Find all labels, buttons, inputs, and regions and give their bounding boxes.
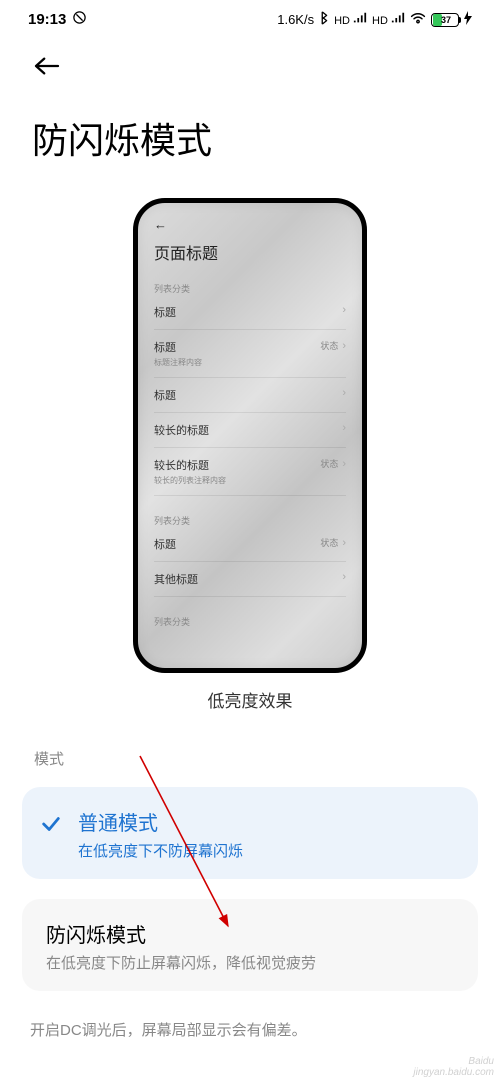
preview-row: 标题 › xyxy=(154,378,346,413)
status-time: 19:13 xyxy=(28,11,66,28)
status-right: 1.6K/s HD HD 37 xyxy=(277,11,472,28)
page-title: 防闪烁模式 xyxy=(0,94,500,184)
bluetooth-icon xyxy=(319,11,329,28)
watermark: Baidujingyan.baidu.com xyxy=(413,1056,494,1078)
preview-caption: 低亮度效果 xyxy=(0,687,500,712)
mode-desc: 在低亮度下不防屏幕闪烁 xyxy=(78,840,458,861)
chevron-right-icon: › xyxy=(342,537,346,549)
preview-row: 标题 标题注释内容 状态› xyxy=(154,330,346,378)
charging-icon xyxy=(464,11,472,28)
mode-title: 普通模式 xyxy=(78,807,458,836)
check-icon xyxy=(40,813,62,840)
preview-section-label: 列表分类 xyxy=(154,615,346,628)
preview-row: 其他标题 › xyxy=(154,562,346,597)
chevron-right-icon: › xyxy=(342,387,346,399)
preview-row: 较长的标题 › xyxy=(154,413,346,448)
wifi-icon xyxy=(410,12,426,27)
preview-section-label: 列表分类 xyxy=(154,514,346,527)
mode-section-label: 模式 xyxy=(0,712,500,787)
preview-row: 较长的标题 较长的列表注释内容 状态› xyxy=(154,448,346,496)
preview-back-icon: ← xyxy=(154,217,346,232)
status-left: 19:13 xyxy=(28,10,87,29)
preview-row: 标题 › xyxy=(154,295,346,330)
status-bar: 19:13 1.6K/s HD HD 37 xyxy=(0,0,500,35)
preview-section-label: 列表分类 xyxy=(154,282,346,295)
phone-preview: ← 页面标题 列表分类 标题 › 标题 标题注释内容 状态› 标题 › 较长的标… xyxy=(133,198,367,673)
chevron-right-icon: › xyxy=(342,422,346,434)
preview-row: 标题 状态› xyxy=(154,527,346,562)
footer-note: 开启DC调光后，屏幕局部显示会有偏差。 xyxy=(0,1011,500,1040)
chevron-right-icon: › xyxy=(342,458,346,470)
net-speed: 1.6K/s xyxy=(277,12,314,27)
mode-option-antiflicker[interactable]: 防闪烁模式 在低亮度下防止屏幕闪烁，降低视觉疲劳 xyxy=(22,899,478,991)
dnd-icon xyxy=(72,10,87,29)
mode-title: 防闪烁模式 xyxy=(46,919,458,948)
chevron-right-icon: › xyxy=(342,571,346,583)
signal-2-icon: HD xyxy=(372,12,405,27)
mode-desc: 在低亮度下防止屏幕闪烁，降低视觉疲劳 xyxy=(46,952,458,973)
back-button[interactable] xyxy=(0,35,500,94)
chevron-right-icon: › xyxy=(342,340,346,352)
preview-page-title: 页面标题 xyxy=(154,240,346,264)
mode-option-normal[interactable]: 普通模式 在低亮度下不防屏幕闪烁 xyxy=(22,787,478,879)
signal-1-icon: HD xyxy=(334,12,367,27)
chevron-right-icon: › xyxy=(342,304,346,316)
battery-icon: 37 xyxy=(431,13,459,27)
back-arrow-icon xyxy=(32,55,62,77)
